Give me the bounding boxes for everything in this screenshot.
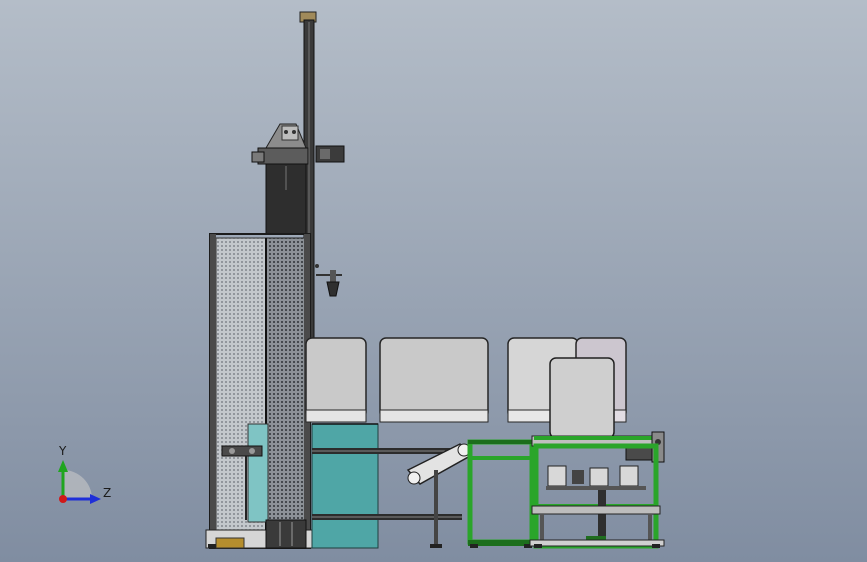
product-box: [379, 337, 489, 419]
machine-front-view: Y Z: [0, 0, 867, 562]
cad-viewport[interactable]: Y Z: [0, 0, 867, 562]
viewport-background: [0, 0, 867, 562]
triad-z-label: Z: [103, 486, 111, 500]
triad-y-label: Y: [58, 444, 67, 458]
teal-machine-body: [311, 423, 379, 549]
product-box-front: [549, 357, 615, 439]
product-box: [305, 337, 367, 419]
mesh-guard: [205, 233, 317, 549]
